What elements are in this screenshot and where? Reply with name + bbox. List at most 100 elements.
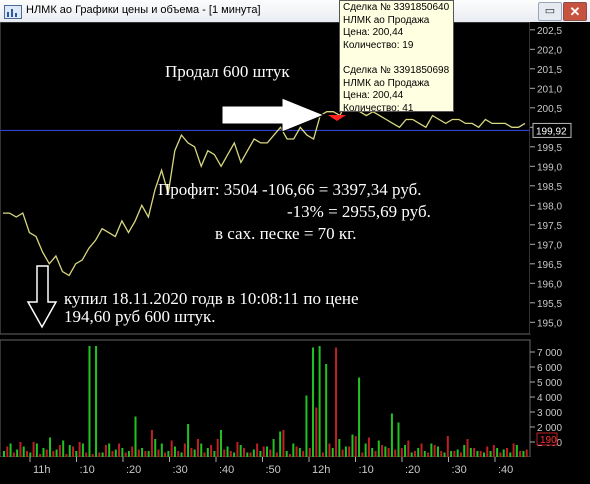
volume-bar-up xyxy=(49,437,52,457)
volume-bar-up xyxy=(213,451,216,457)
volume-bar-up xyxy=(371,448,374,457)
price-tick-label: 196,5 xyxy=(537,260,562,271)
volume-bar-up xyxy=(147,451,150,457)
volume-tick-label: 3 000 xyxy=(537,408,562,419)
volume-bar-up xyxy=(417,448,420,457)
trade2-qty: Количество: 41 xyxy=(343,102,414,114)
restore-button[interactable]: ▭ xyxy=(538,2,562,21)
volume-bar-down xyxy=(72,446,75,457)
volume-tick-label: 7 000 xyxy=(537,348,562,359)
volume-bar-up xyxy=(430,443,433,457)
volume-bar-up xyxy=(292,443,295,457)
time-tick-label: :40 xyxy=(498,464,513,476)
volume-bar-up xyxy=(344,446,347,457)
volume-bar-up xyxy=(9,443,12,457)
volume-bar-down xyxy=(400,448,403,457)
volume-panel-frame xyxy=(0,339,531,458)
volume-bar-up xyxy=(450,451,453,457)
volume-bar-down xyxy=(525,449,528,457)
volume-bar-up xyxy=(95,346,98,457)
volume-bar-down xyxy=(427,452,430,457)
time-axis: 11h:10:20:30:40:50 12h:10:20:30:40 xyxy=(0,457,590,484)
volume-bar-down xyxy=(374,451,377,457)
volume-bar-up xyxy=(463,445,466,457)
volume-bar-down xyxy=(321,452,324,457)
volume-bar-up xyxy=(101,452,104,457)
volume-bar-up xyxy=(252,449,255,457)
volume-bar-down xyxy=(459,452,462,457)
price-tick-label: 199,0 xyxy=(537,162,562,173)
volume-bar-down xyxy=(52,451,55,457)
volume-bar-up xyxy=(180,452,183,457)
volume-tick-label: 5 000 xyxy=(537,378,562,389)
volume-bar-up xyxy=(522,451,525,457)
chart-area[interactable]: 202,5202,0201,5201,0200,5200,0199,5199,0… xyxy=(0,22,590,484)
volume-bar-up xyxy=(62,440,65,457)
volume-bar-down xyxy=(341,449,344,457)
volume-bar-up xyxy=(515,445,518,457)
price-tick-label: 197,5 xyxy=(537,221,562,232)
volume-bar-down xyxy=(479,451,482,457)
volume-bar-down xyxy=(98,452,101,457)
volume-bar-up xyxy=(423,451,426,457)
time-tick-label: :40 xyxy=(219,464,234,476)
trade-tooltip: Сделка № 3391850640 НЛМК ао Продажа Цена… xyxy=(339,0,454,114)
close-button[interactable]: ✕ xyxy=(563,2,587,21)
volume-bar-up xyxy=(127,451,130,457)
volume-bar-up xyxy=(233,452,236,457)
price-tick-label: 199,5 xyxy=(537,143,562,154)
volume-bar-up xyxy=(358,377,361,457)
volume-bar-down xyxy=(111,451,114,457)
volume-bar-up xyxy=(187,424,190,457)
volume-bar-up xyxy=(476,451,479,457)
volume-bar-down xyxy=(420,443,423,457)
volume-bar-up xyxy=(305,395,308,457)
volume-bar-down xyxy=(39,454,42,457)
volume-bar-down xyxy=(381,445,384,457)
price-tick-label: 200,5 xyxy=(537,104,562,115)
volume-bar-down xyxy=(65,454,68,457)
volume-bar-down xyxy=(466,439,469,457)
volume-bar-down xyxy=(91,454,94,457)
volume-bar-down xyxy=(433,445,436,457)
volume-bar-up xyxy=(443,452,446,457)
volume-bar-up xyxy=(285,451,288,457)
price-tick-label: 202,5 xyxy=(537,26,562,37)
price-tick-label: 196,0 xyxy=(537,279,562,290)
volume-bar-down xyxy=(170,440,173,457)
trade1-asset: НЛМК ао Продажа xyxy=(343,14,430,26)
volume-bar-down xyxy=(229,451,232,457)
volume-bar-down xyxy=(58,445,61,457)
volume-bar-down xyxy=(387,448,390,457)
volume-bar-down xyxy=(302,451,305,457)
volume-bar-up xyxy=(219,430,222,457)
time-tick-label: :20 xyxy=(126,464,141,476)
volume-bar-down xyxy=(118,443,121,457)
bought-line-1: купил 18.11.2020 годв в 10:08:11 по цене xyxy=(64,289,359,308)
profit-line-1: Профит: 3504 -106,66 = 3397,34 руб. xyxy=(158,180,422,199)
volume-bar-down xyxy=(512,443,515,457)
price-tick-label: 201,5 xyxy=(537,65,562,76)
time-tick-label: :10 xyxy=(359,464,374,476)
time-tick-label: :30 xyxy=(452,464,467,476)
price-tick-label: 195,5 xyxy=(537,299,562,310)
volume-bar-up xyxy=(351,434,354,457)
volume-bar-down xyxy=(308,448,311,457)
volume-bar-down xyxy=(440,451,443,457)
volume-bar-up xyxy=(226,446,229,457)
time-tick-label: :30 xyxy=(173,464,188,476)
volume-bar-up xyxy=(272,439,275,457)
volume-bar-up xyxy=(469,448,472,457)
price-panel: 202,5202,0201,5201,0200,5200,0199,5199,0… xyxy=(0,22,590,335)
volume-bar-up xyxy=(42,448,45,457)
volume-bar-down xyxy=(519,451,522,457)
time-tick-label: 12h xyxy=(312,464,330,476)
volume-bar-up xyxy=(482,452,485,457)
time-tick-label: :20 xyxy=(405,464,420,476)
volume-bar-up xyxy=(81,443,84,457)
volume-bar-down xyxy=(335,347,338,457)
volume-bar-up xyxy=(502,449,505,457)
volume-bar-down xyxy=(499,452,502,457)
volume-bar-down xyxy=(85,452,88,457)
volume-bar-up xyxy=(200,443,203,457)
